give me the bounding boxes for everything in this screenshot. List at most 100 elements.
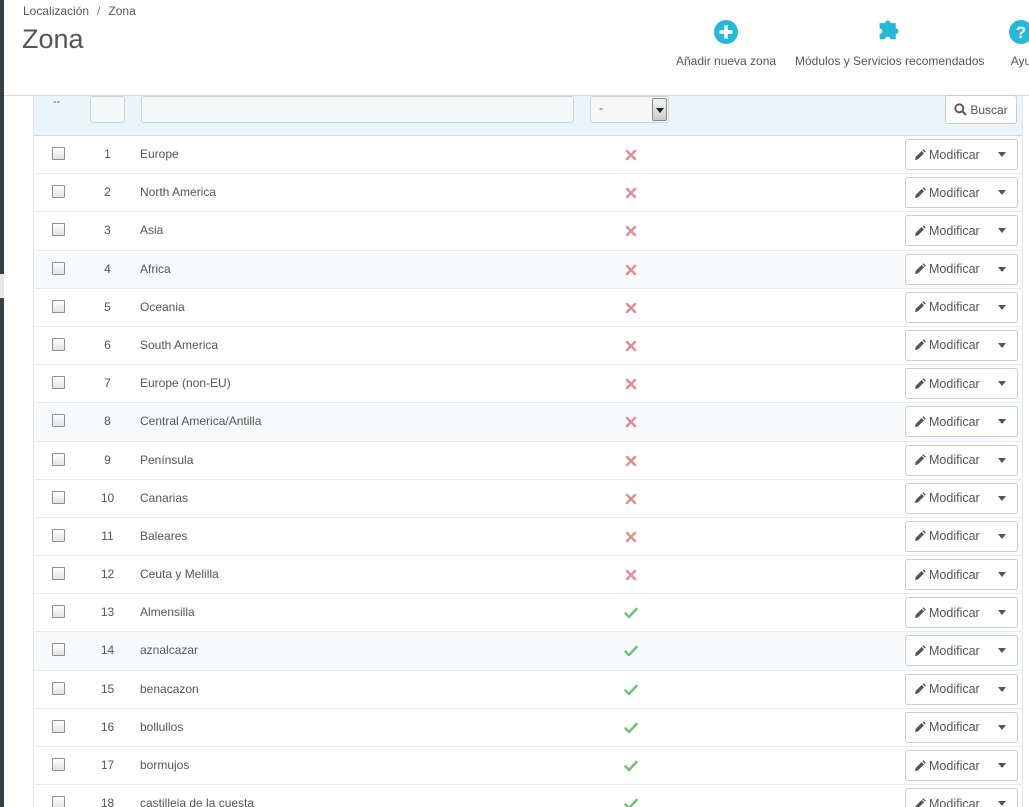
id-filter-input[interactable]: [90, 96, 125, 123]
disabled-x-icon[interactable]: [624, 377, 638, 391]
row-checkbox[interactable]: [52, 376, 65, 390]
edit-button[interactable]: Modificar: [906, 407, 987, 436]
edit-button[interactable]: Modificar: [906, 522, 987, 551]
edit-button[interactable]: Modificar: [906, 140, 987, 169]
edit-button[interactable]: Modificar: [906, 255, 987, 284]
enabled-check-icon[interactable]: [624, 721, 638, 735]
active-filter-select[interactable]: -: [590, 96, 669, 123]
row-actions-dropdown-button[interactable]: [987, 484, 1017, 513]
disabled-x-icon[interactable]: [624, 530, 638, 544]
edit-button[interactable]: Modificar: [906, 713, 987, 742]
row-actions-dropdown-button[interactable]: [987, 255, 1017, 284]
row-checkbox[interactable]: [52, 719, 65, 733]
row-checkbox[interactable]: [52, 643, 65, 657]
edit-button-label: Modificar: [929, 796, 980, 807]
row-actions-dropdown-button[interactable]: [987, 598, 1017, 627]
breadcrumb-parent[interactable]: Localización: [23, 4, 89, 18]
edit-button-label: Modificar: [929, 147, 980, 162]
disabled-x-icon[interactable]: [624, 568, 638, 582]
search-button[interactable]: Buscar: [945, 95, 1017, 124]
row-checkbox[interactable]: [52, 299, 65, 313]
edit-button[interactable]: Modificar: [906, 484, 987, 513]
row-actions-dropdown-button[interactable]: [987, 636, 1017, 665]
recommended-modules-label: Módulos y Servicios recomendados: [795, 54, 985, 68]
row-actions-dropdown-button[interactable]: [987, 446, 1017, 475]
row-actions-dropdown-button[interactable]: [987, 140, 1017, 169]
filter-row: -- - Buscar: [34, 95, 1022, 136]
row-checkbox[interactable]: [52, 185, 65, 199]
row-actions-dropdown-button[interactable]: [987, 522, 1017, 551]
disabled-x-icon[interactable]: [624, 301, 638, 315]
row-checkbox[interactable]: [52, 681, 65, 695]
puzzle-icon: [879, 20, 899, 40]
pencil-icon: [915, 148, 926, 160]
row-checkbox[interactable]: [52, 758, 65, 771]
edit-button[interactable]: Modificar: [906, 331, 987, 360]
row-checkbox[interactable]: [52, 147, 65, 160]
row-actions-dropdown-button[interactable]: [987, 331, 1017, 360]
row-actions-dropdown-button[interactable]: [987, 751, 1017, 780]
row-actions-dropdown-button[interactable]: [987, 216, 1017, 245]
disabled-x-icon[interactable]: [624, 148, 638, 162]
edit-button[interactable]: Modificar: [906, 598, 987, 627]
edit-button[interactable]: Modificar: [906, 789, 987, 807]
edit-button[interactable]: Modificar: [906, 369, 987, 398]
enabled-check-icon[interactable]: [624, 797, 638, 807]
disabled-x-icon[interactable]: [624, 186, 638, 200]
disabled-x-icon[interactable]: [624, 263, 638, 277]
table-row: 11 Baleares Modificar: [34, 518, 1022, 557]
disabled-x-icon[interactable]: [624, 339, 638, 353]
edit-button[interactable]: Modificar: [906, 751, 987, 780]
edit-button[interactable]: Modificar: [906, 446, 987, 475]
row-actions-dropdown-button[interactable]: [987, 407, 1017, 436]
disabled-x-icon[interactable]: [624, 492, 638, 506]
help-button[interactable]: ? Ayu: [1007, 18, 1029, 68]
enabled-check-icon[interactable]: [624, 644, 638, 658]
row-actions-dropdown-button[interactable]: [987, 369, 1017, 398]
edit-button[interactable]: Modificar: [906, 216, 987, 245]
row-checkbox[interactable]: [52, 337, 65, 351]
row-checkbox[interactable]: [52, 261, 65, 275]
edit-button[interactable]: Modificar: [906, 560, 987, 589]
edit-button-label: Modificar: [929, 376, 980, 391]
row-actions-dropdown-button[interactable]: [987, 713, 1017, 742]
row-checkbox[interactable]: [52, 414, 65, 428]
row-actions-dropdown-button[interactable]: [987, 789, 1017, 807]
row-actions-dropdown-button[interactable]: [987, 675, 1017, 704]
zone-name: bollullos: [140, 719, 184, 734]
enabled-check-icon[interactable]: [624, 606, 638, 620]
disabled-x-icon[interactable]: [624, 224, 638, 238]
row-checkbox[interactable]: [52, 223, 65, 237]
edit-button[interactable]: Modificar: [906, 293, 987, 322]
zone-id: 18: [100, 796, 115, 807]
edit-button[interactable]: Modificar: [906, 636, 987, 665]
add-zone-button[interactable]: Añadir nueva zona: [676, 18, 776, 68]
name-filter-input[interactable]: [141, 96, 574, 123]
row-actions-dropdown-button[interactable]: [987, 293, 1017, 322]
row-checkbox[interactable]: [52, 528, 65, 542]
row-checkbox[interactable]: [52, 605, 65, 619]
row-checkbox[interactable]: [52, 490, 65, 504]
zone-id: 12: [100, 567, 115, 582]
row-checkbox[interactable]: [52, 452, 65, 466]
row-checkbox[interactable]: [52, 796, 65, 807]
pencil-icon: [915, 186, 926, 198]
zones-table: -- - Buscar 1 Europe Modificar 2 North A…: [33, 95, 1023, 807]
zone-id: 3: [104, 223, 111, 238]
edit-button-label: Modificar: [929, 453, 980, 467]
enabled-check-icon[interactable]: [624, 683, 638, 697]
disabled-x-icon[interactable]: [624, 415, 638, 429]
disabled-x-icon[interactable]: [624, 454, 638, 468]
enabled-check-icon[interactable]: [624, 759, 638, 773]
zone-id: 17: [100, 758, 115, 772]
edit-button[interactable]: Modificar: [906, 178, 987, 207]
edit-button[interactable]: Modificar: [906, 675, 987, 704]
pencil-icon: [915, 683, 926, 695]
row-actions-dropdown-button[interactable]: [987, 178, 1017, 207]
recommended-modules-button[interactable]: Módulos y Servicios recomendados: [795, 18, 984, 68]
table-row: 5 Oceania Modificar: [34, 289, 1022, 327]
row-actions-dropdown-button[interactable]: [987, 560, 1017, 589]
edit-button-label: Modificar: [929, 605, 980, 620]
row-checkbox[interactable]: [52, 567, 65, 581]
zone-name: North America: [140, 185, 217, 200]
